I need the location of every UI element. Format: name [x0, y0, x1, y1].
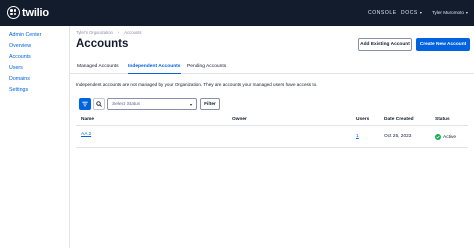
tab-independent-accounts[interactable]: Independent Accounts — [128, 64, 181, 74]
table-header: Name Owner Users Date Created Status — [76, 112, 468, 126]
top-navigation-bar: twilio CONSOLE DOCS ▾ Tyler Muromoto ▾ — [0, 0, 474, 26]
sidebar: Admin Center Overview Accounts Users Dom… — [0, 26, 70, 248]
status-badge: Active — [435, 134, 456, 140]
search-button[interactable] — [93, 98, 105, 110]
breadcrumb-accounts: Accounts — [124, 30, 142, 35]
column-header-name[interactable]: Name — [81, 117, 94, 122]
sidebar-item-overview[interactable]: Overview — [9, 43, 31, 49]
column-header-status[interactable]: Status — [435, 117, 450, 122]
page-title: Accounts — [76, 38, 129, 50]
breadcrumb-organization[interactable]: Tyler's Organization — [76, 30, 113, 35]
create-new-account-button[interactable]: Create New Account — [416, 38, 470, 51]
sidebar-item-accounts[interactable]: Accounts — [9, 54, 31, 60]
status-select[interactable]: Select Status ▾ — [107, 98, 197, 110]
filter-icon — [82, 101, 88, 107]
sidebar-item-settings[interactable]: Settings — [9, 87, 28, 93]
sidebar-item-admin-center[interactable]: Admin Center — [9, 32, 41, 38]
search-icon — [96, 101, 102, 107]
sidebar-item-users[interactable]: Users — [9, 65, 23, 71]
sidebar-item-domains[interactable]: Domains — [9, 76, 30, 82]
column-header-users[interactable]: Users — [356, 117, 369, 122]
logo-text: twilio — [22, 6, 49, 19]
check-circle-icon — [435, 134, 441, 140]
docs-label: DOCS — [401, 10, 418, 16]
filter-toggle-button[interactable] — [79, 98, 91, 110]
table-row: AA 2 1 Oct 25, 2023 Active — [76, 126, 468, 148]
breadcrumb-separator: › — [117, 30, 120, 35]
chevron-down-icon: ▾ — [189, 102, 192, 107]
docs-menu[interactable]: DOCS ▾ — [401, 10, 422, 16]
chevron-down-icon: ▾ — [465, 10, 468, 15]
console-link[interactable]: CONSOLE — [368, 10, 397, 16]
account-users-link[interactable]: 1 — [356, 134, 359, 139]
status-select-placeholder: Select Status — [112, 101, 141, 107]
status-text: Active — [443, 134, 457, 140]
account-tabs: Managed Accounts Independent Accounts Pe… — [70, 62, 474, 74]
tab-pending-accounts[interactable]: Pending Accounts — [187, 64, 226, 74]
breadcrumb: Tyler's Organization › Accounts — [76, 30, 142, 35]
account-name-link[interactable]: AA 2 — [81, 132, 91, 137]
filter-button[interactable]: Filter — [200, 98, 220, 110]
info-text: Independent accounts are not managed by … — [76, 82, 318, 87]
twilio-logo-icon — [7, 6, 20, 19]
account-date-created: Oct 25, 2023 — [384, 134, 412, 139]
chevron-down-icon: ▾ — [419, 10, 423, 15]
column-header-owner[interactable]: Owner — [232, 117, 247, 122]
add-existing-account-button[interactable]: Add Existing Account — [358, 38, 412, 51]
user-name: Tyler Muromoto — [432, 10, 464, 15]
twilio-logo[interactable]: twilio — [7, 6, 49, 19]
user-menu[interactable]: Tyler Muromoto ▾ — [432, 10, 468, 15]
tab-managed-accounts[interactable]: Managed Accounts — [77, 64, 119, 74]
column-header-date-created[interactable]: Date Created — [384, 117, 414, 122]
